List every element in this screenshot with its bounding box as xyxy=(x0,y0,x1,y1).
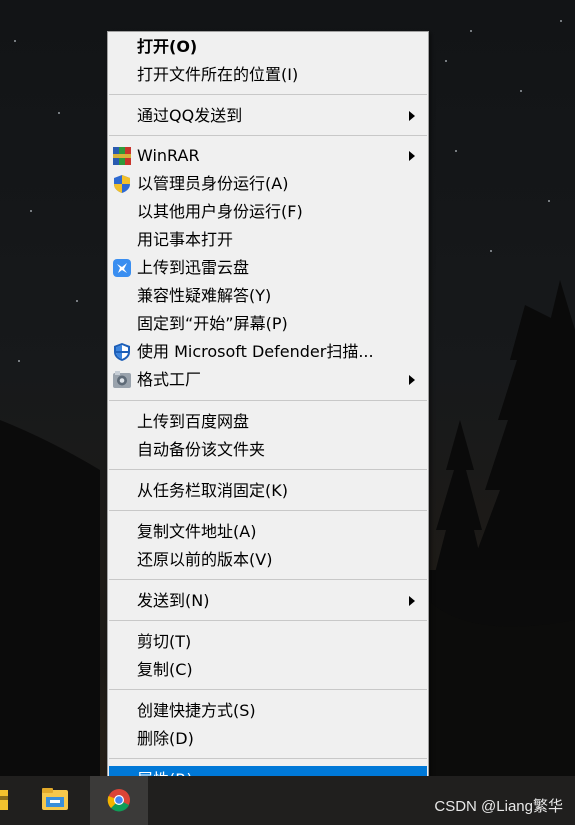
menu-item-label: 创建快捷方式(S) xyxy=(137,701,256,720)
menu-item-unpin-taskbar[interactable]: 从任务栏取消固定(K) xyxy=(109,477,427,505)
menu-item-label: 上传到百度网盘 xyxy=(137,412,250,431)
menu-item-label: 格式工厂 xyxy=(137,370,202,389)
menu-item-label: 打开文件所在的位置(I) xyxy=(137,65,299,84)
menu-item-format-factory[interactable]: 格式工厂 xyxy=(109,366,427,394)
menu-item-label: 用记事本打开 xyxy=(137,230,234,249)
menu-item-label: 通过QQ发送到 xyxy=(137,106,243,125)
menu-separator xyxy=(109,689,427,690)
menu-separator xyxy=(109,620,427,621)
menu-item-restore-previous-versions[interactable]: 还原以前的版本(V) xyxy=(109,546,427,574)
menu-item-label: 使用 Microsoft Defender扫描... xyxy=(137,342,374,361)
file-explorer-icon xyxy=(42,788,68,810)
taskbar-chrome-button[interactable] xyxy=(90,776,148,825)
watermark-text: CSDN @Liang繁华 xyxy=(434,798,563,815)
menu-item-label: 固定到“开始”屏幕(P) xyxy=(137,314,288,333)
menu-item-cut[interactable]: 剪切(T) xyxy=(109,628,427,656)
submenu-arrow-icon xyxy=(409,375,415,385)
taskbar-file-explorer-button[interactable] xyxy=(30,776,80,825)
chrome-icon xyxy=(107,789,130,812)
menu-item-send-via-qq[interactable]: 通过QQ发送到 xyxy=(109,102,427,130)
menu-item-label: 复制文件地址(A) xyxy=(137,522,257,541)
xunlei-bird-icon xyxy=(113,259,131,277)
menu-item-open-file-location[interactable]: 打开文件所在的位置(I) xyxy=(109,61,427,89)
menu-item-label: 从任务栏取消固定(K) xyxy=(137,481,288,500)
menu-item-open-with-notepad[interactable]: 用记事本打开 xyxy=(109,226,427,254)
menu-item-delete[interactable]: 删除(D) xyxy=(109,725,427,753)
menu-separator xyxy=(109,758,427,759)
menu-item-label: 上传到迅雷云盘 xyxy=(137,258,250,277)
menu-item-label: 剪切(T) xyxy=(137,632,192,651)
menu-separator xyxy=(109,579,427,580)
menu-item-upload-xunlei[interactable]: 上传到迅雷云盘 xyxy=(109,254,427,282)
menu-item-label: 发送到(N) xyxy=(137,591,210,610)
menu-item-auto-backup-folder[interactable]: 自动备份该文件夹 xyxy=(109,436,427,464)
menu-item-upload-baidu[interactable]: 上传到百度网盘 xyxy=(109,408,427,436)
submenu-arrow-icon xyxy=(409,596,415,606)
defender-shield-icon xyxy=(114,343,130,361)
menu-separator xyxy=(109,135,427,136)
format-factory-icon xyxy=(113,371,131,388)
submenu-arrow-icon xyxy=(409,111,415,121)
menu-item-label: 打开(O) xyxy=(137,37,198,56)
menu-separator xyxy=(109,400,427,401)
menu-item-send-to[interactable]: 发送到(N) xyxy=(109,587,427,615)
menu-separator xyxy=(109,94,427,95)
menu-item-label: 还原以前的版本(V) xyxy=(137,550,273,569)
menu-separator xyxy=(109,469,427,470)
menu-item-label: 以其他用户身份运行(F) xyxy=(137,202,303,221)
menu-item-defender-scan[interactable]: 使用 Microsoft Defender扫描... xyxy=(109,338,427,366)
submenu-arrow-icon xyxy=(409,151,415,161)
menu-item-label: 复制(C) xyxy=(137,660,193,679)
menu-item-winrar[interactable]: WinRAR xyxy=(109,142,427,170)
winrar-icon xyxy=(113,147,131,165)
menu-item-open[interactable]: 打开(O) xyxy=(109,33,427,61)
app-icon xyxy=(0,790,8,810)
menu-item-label: WinRAR xyxy=(137,146,200,165)
taskbar-app-button[interactable] xyxy=(0,776,18,825)
menu-item-label: 删除(D) xyxy=(137,729,194,748)
menu-item-label: 以管理员身份运行(A) xyxy=(137,174,289,193)
menu-item-pin-to-start[interactable]: 固定到“开始”屏幕(P) xyxy=(109,310,427,338)
menu-item-copy[interactable]: 复制(C) xyxy=(109,656,427,684)
menu-item-copy-file-path[interactable]: 复制文件地址(A) xyxy=(109,518,427,546)
context-menu: 打开(O) 打开文件所在的位置(I) 通过QQ发送到 WinRAR 以管理员身份… xyxy=(107,31,429,794)
menu-item-run-as-admin[interactable]: 以管理员身份运行(A) xyxy=(109,170,427,198)
menu-item-create-shortcut[interactable]: 创建快捷方式(S) xyxy=(109,697,427,725)
uac-shield-icon xyxy=(114,175,130,193)
menu-item-label: 兼容性疑难解答(Y) xyxy=(137,286,272,305)
menu-item-troubleshoot-compat[interactable]: 兼容性疑难解答(Y) xyxy=(109,282,427,310)
menu-item-run-as-other-user[interactable]: 以其他用户身份运行(F) xyxy=(109,198,427,226)
menu-separator xyxy=(109,510,427,511)
menu-item-label: 自动备份该文件夹 xyxy=(137,440,266,459)
